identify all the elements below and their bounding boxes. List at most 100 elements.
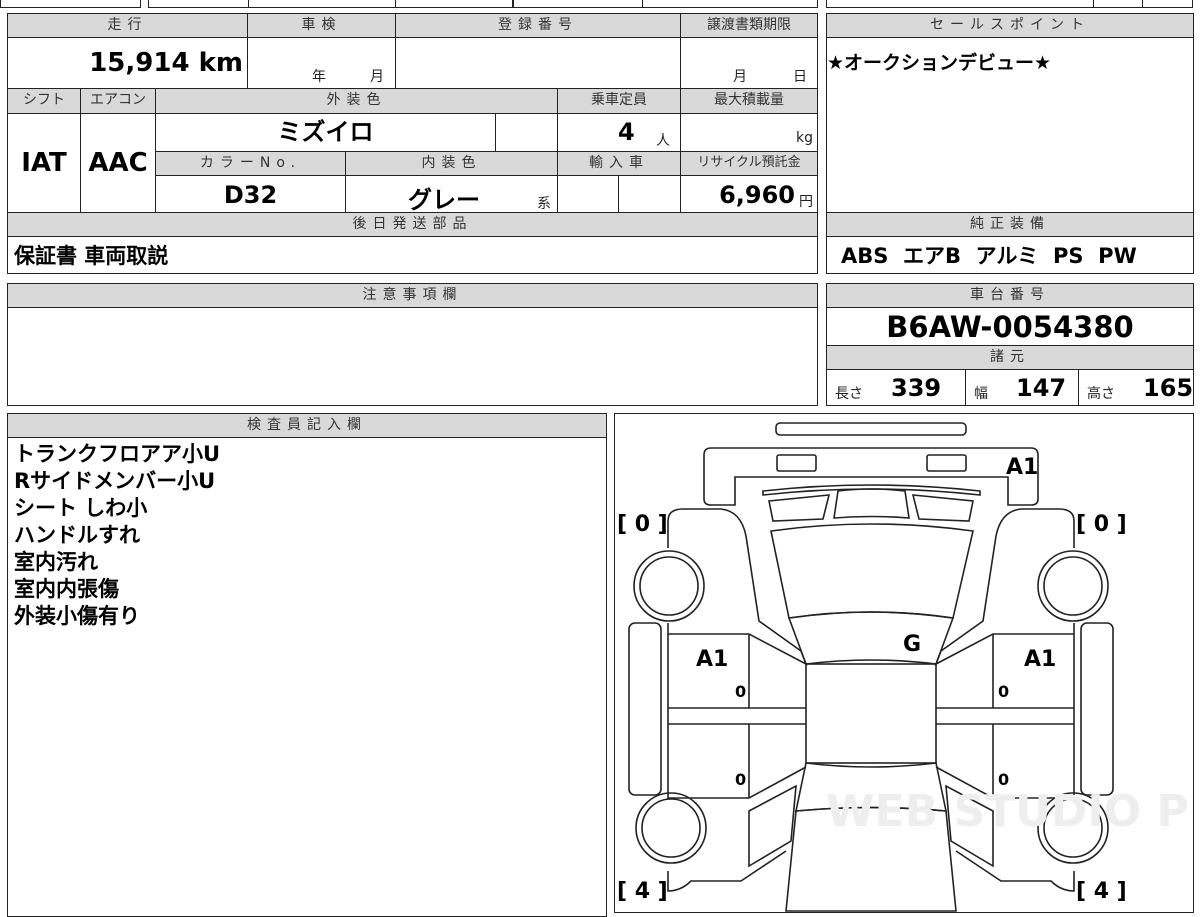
- color-no-label: カラーNo.: [155, 151, 346, 176]
- registration-cell: [395, 37, 681, 89]
- height-value: 165: [1143, 374, 1194, 402]
- spec-length: 長さ 339: [826, 369, 966, 406]
- trunk-lid: [770, 523, 974, 619]
- car-damage-diagram: A1 G A1 A1 [ 0 ] [ 0 ] [ 4 ] [ 4 ] 0 0 0…: [614, 413, 1194, 913]
- rear-bumper: [775, 422, 967, 436]
- width-value: 147: [1016, 374, 1067, 402]
- note-line: 室内汚れ: [14, 550, 98, 574]
- tire-fr: [ 0 ]: [1076, 512, 1127, 537]
- imported-cell: [618, 175, 681, 213]
- inspector-notes: トランクフロアア小U Rサイドメンバー小U シート しわ小 ハンドルすれ 室内汚…: [7, 437, 607, 917]
- top-strip-cell: [513, 0, 643, 8]
- chassis-value: B6AW-0054380: [826, 307, 1194, 346]
- recycle-fee-label: リサイクル預託金: [680, 151, 818, 176]
- tire-rl: [ 4 ]: [617, 879, 668, 904]
- door-mark: 0: [735, 682, 746, 701]
- exterior-color-label: 外装色: [155, 88, 558, 114]
- note-line: シート しわ小: [14, 496, 148, 520]
- mileage-cell: 15,914 km: [7, 37, 248, 89]
- sales-point-label: セールスポイント: [826, 13, 1194, 38]
- interior-color-value: グレー: [408, 186, 480, 213]
- specs-label: 諸元: [826, 345, 1194, 370]
- rear-lamp-left: [776, 454, 817, 472]
- exterior-color-extra: [495, 113, 558, 152]
- recycle-fee-value: 6,960: [719, 181, 795, 209]
- door-mark: 0: [998, 682, 1009, 701]
- left-side-step: [628, 622, 662, 796]
- note-line: トランクフロアア小U: [14, 442, 221, 466]
- later-parts-label: 後日発送部品: [7, 212, 818, 237]
- month-unit: 月: [733, 69, 747, 85]
- year-unit: 年: [312, 69, 326, 85]
- inspector-label: 検査員記入欄: [7, 413, 607, 438]
- aircon-label: エアコン: [80, 88, 156, 114]
- top-strip-cell: [0, 0, 141, 8]
- interior-color-suffix: 系: [537, 196, 551, 212]
- mileage-value: 15,914 km: [89, 48, 243, 78]
- right-door-grade: A1: [1024, 647, 1056, 672]
- shift-label: シフト: [7, 88, 81, 114]
- transfer-deadline-label: 譲渡書類期限: [680, 13, 818, 38]
- note-line: Rサイドメンバー小U: [14, 469, 216, 493]
- rear-grade: A1: [1006, 455, 1038, 480]
- recycle-fee-unit: 円: [799, 194, 813, 210]
- inspection-cell: 年 月: [247, 37, 396, 89]
- caution-body: [7, 307, 818, 406]
- caution-label: 注意事項欄: [7, 283, 818, 308]
- sales-point-value: ★オークションデビュー★: [826, 37, 1194, 213]
- imported-cell: [557, 175, 619, 213]
- imported-label: 輸入車: [557, 151, 681, 176]
- equipment-label: 純正装備: [826, 212, 1194, 237]
- recycle-fee-cell: 6,960 円: [680, 175, 818, 213]
- top-strip-cell: [1142, 0, 1193, 8]
- aircon-value: AAC: [80, 113, 156, 213]
- later-parts-value: 保証書 車両取説: [7, 236, 818, 274]
- length-label: 長さ: [835, 386, 863, 402]
- rear-panel: [703, 447, 1039, 506]
- right-side-step: [1080, 622, 1114, 796]
- interior-color-label: 内装色: [345, 151, 558, 176]
- rear-window: [787, 611, 955, 665]
- left-door-grade: A1: [696, 647, 728, 672]
- door-mark: 0: [735, 770, 746, 789]
- equipment-value: ABS エアB アルミ PS PW: [826, 236, 1194, 274]
- note-line: 室内内張傷: [14, 577, 119, 601]
- max-load-unit: kg: [796, 130, 813, 146]
- rear-lamp-right: [926, 454, 967, 472]
- transfer-deadline-cell: 月 日: [680, 37, 818, 89]
- note-line: ハンドルすれ: [14, 523, 140, 547]
- chassis-label: 車台番号: [826, 283, 1194, 308]
- top-strip-cell: [1093, 0, 1143, 8]
- mileage-label: 走行: [7, 13, 248, 38]
- capacity-label: 乗車定員: [557, 88, 681, 114]
- tire-rr: [ 4 ]: [1076, 879, 1127, 904]
- width-label: 幅: [974, 386, 988, 402]
- month-unit: 月: [370, 69, 384, 85]
- capacity-cell: 4 人: [557, 113, 681, 152]
- capacity-unit: 人: [656, 133, 670, 149]
- watermark: WEB STUDIO PRO: [826, 786, 1194, 837]
- registration-label: 登録番号: [395, 13, 681, 38]
- top-strip-cell: [248, 0, 396, 8]
- length-value: 339: [891, 374, 942, 402]
- inspection-label: 車検: [247, 13, 396, 38]
- top-strip-cell: [826, 0, 1094, 8]
- max-load-label: 最大積載量: [680, 88, 818, 114]
- spec-width: 幅 147: [965, 369, 1079, 406]
- day-unit: 日: [793, 69, 807, 85]
- roof-grade: G: [903, 632, 921, 657]
- tire-fl: [ 0 ]: [617, 512, 668, 537]
- roof: [805, 663, 937, 764]
- right-rear-quarter: [934, 508, 1075, 666]
- note-line: 外装小傷有り: [14, 604, 140, 628]
- top-strip-cell: [148, 0, 250, 8]
- exterior-color-value: ミズイロ: [155, 113, 496, 152]
- interior-color-cell: グレー 系: [345, 175, 558, 213]
- capacity-value: 4: [618, 118, 635, 146]
- top-strip-cell: [642, 0, 818, 8]
- shift-value: IAT: [7, 113, 81, 213]
- top-strip-cell: [395, 0, 513, 8]
- spec-height: 高さ 165: [1078, 369, 1194, 406]
- color-no-value: D32: [155, 175, 346, 213]
- height-label: 高さ: [1087, 386, 1115, 402]
